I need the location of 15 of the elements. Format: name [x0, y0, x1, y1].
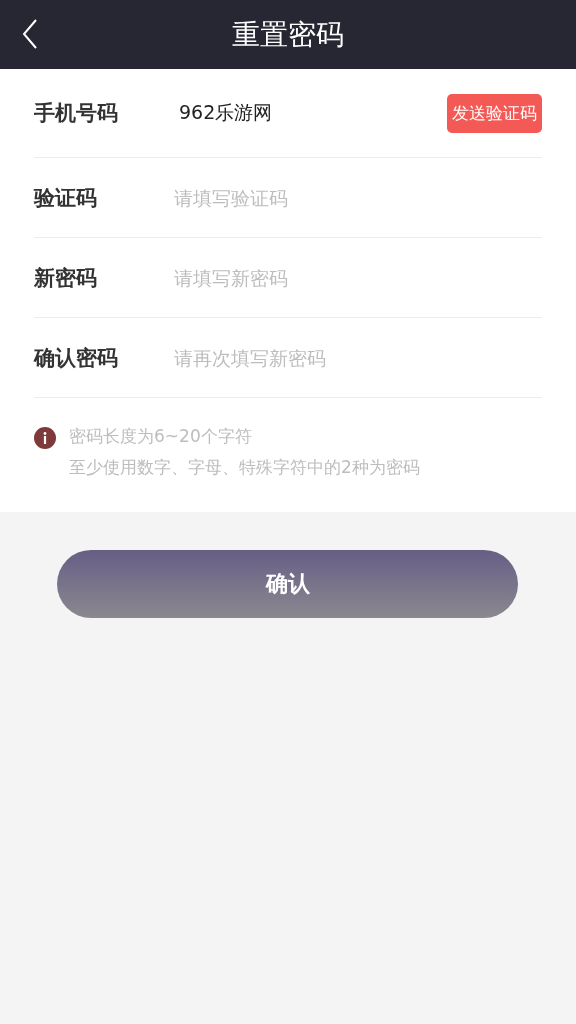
hint-text: 密码长度为6~20个字符 [69, 425, 253, 448]
back-icon[interactable] [22, 19, 38, 49]
phone-field[interactable]: 962乐游网 [179, 102, 447, 124]
hint-text: 至少使用数字、字母、特殊字符中的2种为密码 [69, 456, 420, 479]
info-icon [34, 427, 56, 449]
field-label: 确认密码 [34, 344, 119, 372]
confirm-button[interactable]: 确认 [57, 550, 518, 618]
field-label: 新密码 [34, 264, 98, 292]
field-label: 验证码 [34, 184, 98, 212]
input-field[interactable]: 请再次填写新密码 [174, 346, 542, 369]
input-field[interactable]: 请填写验证码 [174, 186, 542, 209]
input-field[interactable]: 请填写新密码 [174, 266, 542, 289]
page-title: 重置密码 [232, 16, 344, 53]
field-label: 手机号码 [34, 100, 119, 127]
send-code-button[interactable]: 发送验证码 [447, 93, 542, 133]
